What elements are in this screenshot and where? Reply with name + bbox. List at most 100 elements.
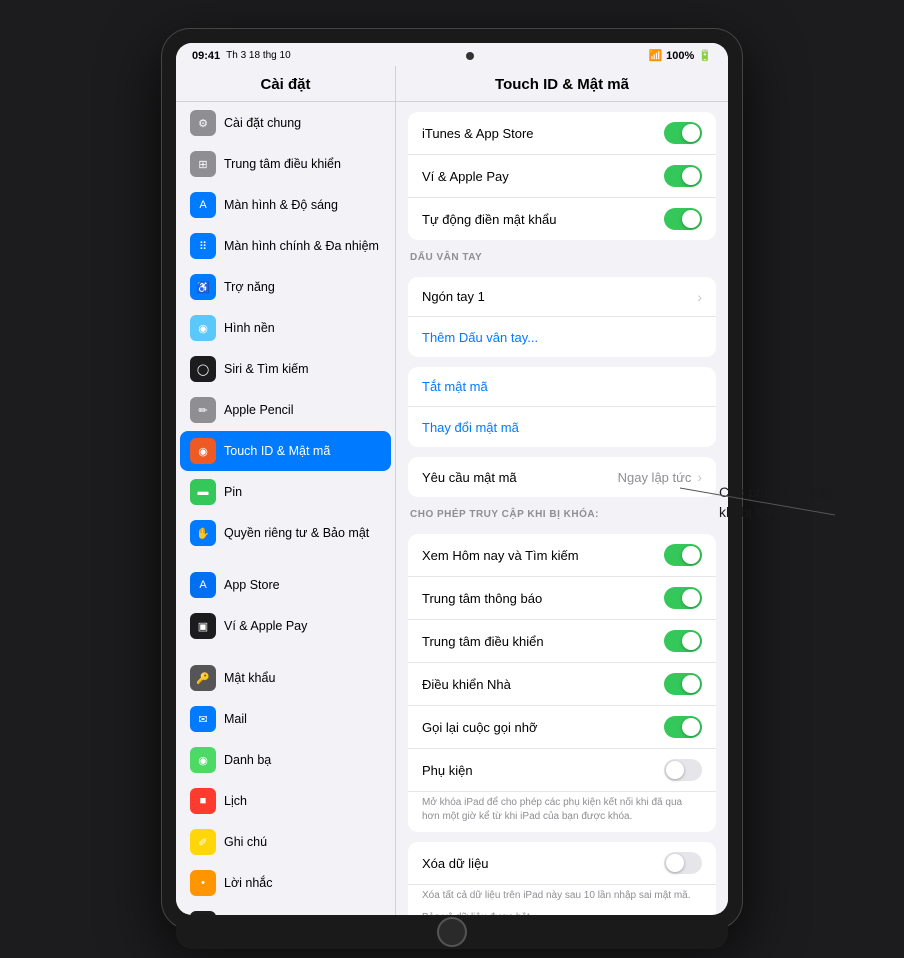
- sidebar-icon-symbol-lich: ■: [200, 795, 207, 807]
- main-content: Cài đặt ⚙ Cài đặt chung ⊞ Trung tâm điều…: [176, 66, 728, 915]
- notifications-row[interactable]: Trung tâm thông báo: [408, 577, 716, 620]
- missed-call-label: Gọi lại cuộc gọi nhỡ: [422, 720, 537, 735]
- add-fingerprint-row[interactable]: Thêm Dấu vân tay...: [408, 317, 716, 357]
- sidebar-item-cai-dat-chung[interactable]: ⚙ Cài đặt chung: [180, 103, 391, 143]
- sidebar-icon-pin: ▬: [190, 479, 216, 505]
- sidebar-icon-vi-apple-pay: ▣: [190, 613, 216, 639]
- sidebar-label-danh-ba: Danh bạ: [224, 753, 271, 767]
- itunes-app-store-row[interactable]: iTunes & App Store: [408, 112, 716, 155]
- sidebar-item-loi-nhac[interactable]: • Lời nhắc: [180, 863, 391, 903]
- sidebar-icon-symbol-cai-dat-chung: ⚙: [198, 117, 208, 130]
- sidebar-label-app-store: App Store: [224, 578, 280, 592]
- sidebar-item-mat-khau[interactable]: 🔑 Mật khẩu: [180, 658, 391, 698]
- sidebar-label-pin: Pin: [224, 485, 242, 499]
- sidebar-item-quyen-rieng-tu[interactable]: ✋ Quyền riêng tư & Bảo mật: [180, 513, 391, 553]
- battery-icon: 🔋: [698, 49, 712, 62]
- sidebar-item-danh-ba[interactable]: ◉ Danh bạ: [180, 740, 391, 780]
- change-label: Thay đổi mật mã: [422, 420, 519, 435]
- sidebar-item-ghi-am[interactable]: ◎ Ghi âm: [180, 904, 391, 915]
- ipad-frame: 09:41 Th 3 18 thg 10 📶 100% 🔋 Cài đặt ⚙: [162, 29, 742, 929]
- sidebar-icon-man-hinh-chinh: ⠿: [190, 233, 216, 259]
- sidebar-icon-symbol-mat-khau: 🔑: [196, 672, 210, 685]
- wifi-icon: 📶: [648, 49, 662, 62]
- turn-off-label: Tắt mật mã: [422, 379, 488, 394]
- sidebar-separator: [176, 554, 395, 564]
- sidebar-label-touch-id: Touch ID & Mật mã: [224, 444, 330, 458]
- sidebar-icon-symbol-quyen-rieng-tu: ✋: [196, 527, 210, 540]
- sidebar-item-trung-tam-dieu-khien[interactable]: ⊞ Trung tâm điều khiển: [180, 144, 391, 184]
- today-toggle[interactable]: [664, 544, 702, 566]
- sidebar-label-quyen-rieng-tu: Quyền riêng tư & Bảo mật: [224, 526, 369, 540]
- sidebar-icon-symbol-trung-tam-dieu-khien: ⊞: [198, 158, 207, 171]
- accessory-row[interactable]: Phụ kiện: [408, 749, 716, 792]
- home-toggle[interactable]: [664, 673, 702, 695]
- autofill-toggle[interactable]: [664, 208, 702, 230]
- sidebar-item-hinh-nen[interactable]: ◉ Hình nền: [180, 308, 391, 348]
- fingerprint-section-header: DẤU VÂN TAY: [396, 240, 728, 267]
- sidebar-icon-ghi-am: ◎: [190, 911, 216, 915]
- sidebar-icon-hinh-nen: ◉: [190, 315, 216, 341]
- require-passcode-row[interactable]: Yêu cầu mật mã Ngay lập tức ›: [408, 457, 716, 497]
- require-chevron: ›: [697, 469, 702, 485]
- sidebar-item-lich[interactable]: ■ Lịch: [180, 781, 391, 821]
- sidebar-item-siri[interactable]: ◯ Siri & Tìm kiếm: [180, 349, 391, 389]
- sidebar-item-pin[interactable]: ▬ Pin: [180, 472, 391, 512]
- erase-data-row[interactable]: Xóa dữ liệu: [408, 842, 716, 885]
- sidebar-label-man-hinh-chinh: Màn hình chính & Đa nhiệm: [224, 239, 379, 253]
- sidebar-icon-cai-dat-chung: ⚙: [190, 110, 216, 136]
- control-center-toggle[interactable]: [664, 630, 702, 652]
- sidebar-icon-symbol-man-hinh-do-sang: A: [199, 199, 206, 211]
- sidebar-label-mat-khau: Mật khẩu: [224, 671, 275, 685]
- require-passcode-value-container: Ngay lập tức ›: [618, 469, 702, 485]
- sidebar-item-app-store[interactable]: A App Store: [180, 565, 391, 605]
- sidebar-icon-symbol-vi-apple-pay: ▣: [198, 620, 208, 633]
- auto-fill-row[interactable]: Tự động điền mật khẩu: [408, 198, 716, 240]
- sidebar-icon-symbol-pin: ▬: [198, 486, 209, 498]
- sidebar-icon-app-store: A: [190, 572, 216, 598]
- control-center-row[interactable]: Trung tâm điều khiển: [408, 620, 716, 663]
- vi-toggle[interactable]: [664, 165, 702, 187]
- itunes-app-store-label: iTunes & App Store: [422, 126, 534, 141]
- turn-off-passcode-row[interactable]: Tắt mật mã: [408, 367, 716, 407]
- home-control-row[interactable]: Điều khiển Nhà: [408, 663, 716, 706]
- sidebar-item-man-hinh-chinh[interactable]: ⠿ Màn hình chính & Đa nhiệm: [180, 226, 391, 266]
- main-panel[interactable]: Touch ID & Mật mã iTunes & App Store Ví …: [396, 66, 728, 915]
- finger1-chevron: ›: [697, 289, 702, 305]
- sidebar-item-mail[interactable]: ✉ Mail: [180, 699, 391, 739]
- require-passcode-group: Yêu cầu mật mã Ngay lập tức ›: [408, 457, 716, 497]
- missed-call-toggle[interactable]: [664, 716, 702, 738]
- annotation-container: Cho phép truy cập khi bị khóa: [719, 483, 839, 522]
- sidebar-item-vi-apple-pay[interactable]: ▣ Ví & Apple Pay: [180, 606, 391, 646]
- sidebar-item-touch-id[interactable]: ◉ Touch ID & Mật mã: [180, 431, 391, 471]
- itunes-toggle[interactable]: [664, 122, 702, 144]
- sidebar-icon-symbol-apple-pencil: ✏: [198, 404, 207, 417]
- accessory-toggle[interactable]: [664, 759, 702, 781]
- require-passcode-value: Ngay lập tức: [618, 470, 692, 485]
- sidebar-item-man-hinh-do-sang[interactable]: A Màn hình & Độ sáng: [180, 185, 391, 225]
- missed-call-row[interactable]: Gọi lại cuộc gọi nhỡ: [408, 706, 716, 749]
- sidebar-icon-symbol-ghi-chu: ✐: [198, 836, 207, 849]
- sidebar-item-apple-pencil[interactable]: ✏ Apple Pencil: [180, 390, 391, 430]
- today-search-row[interactable]: Xem Hôm nay và Tìm kiếm: [408, 534, 716, 577]
- finger1-label: Ngón tay 1: [422, 289, 485, 304]
- erase-note1: Xóa tất cả dữ liệu trên iPad này sau 10 …: [408, 885, 716, 911]
- sidebar: Cài đặt ⚙ Cài đặt chung ⊞ Trung tâm điều…: [176, 66, 396, 915]
- sidebar-icon-lich: ■: [190, 788, 216, 814]
- erase-toggle[interactable]: [664, 852, 702, 874]
- erase-data-label: Xóa dữ liệu: [422, 856, 489, 871]
- sidebar-icon-symbol-man-hinh-chinh: ⠿: [199, 240, 207, 253]
- finger1-row[interactable]: Ngón tay 1 ›: [408, 277, 716, 317]
- change-passcode-row[interactable]: Thay đổi mật mã: [408, 407, 716, 447]
- sidebar-item-tro-nang[interactable]: ♿ Trợ năng: [180, 267, 391, 307]
- vi-apple-pay-label: Ví & Apple Pay: [422, 169, 509, 184]
- status-date: Th 3 18 thg 10: [226, 50, 291, 61]
- sidebar-label-man-hinh-do-sang: Màn hình & Độ sáng: [224, 198, 338, 212]
- top-toggles-group: iTunes & App Store Ví & Apple Pay Tự độn…: [408, 112, 716, 240]
- sidebar-item-ghi-chu[interactable]: ✐ Ghi chú: [180, 822, 391, 862]
- sidebar-label-cai-dat-chung: Cài đặt chung: [224, 116, 301, 130]
- sidebar-label-loi-nhac: Lời nhắc: [224, 876, 273, 890]
- vi-apple-pay-row[interactable]: Ví & Apple Pay: [408, 155, 716, 198]
- passcode-group: Tắt mật mã Thay đổi mật mã: [408, 367, 716, 447]
- notifications-toggle[interactable]: [664, 587, 702, 609]
- home-button[interactable]: [437, 917, 467, 947]
